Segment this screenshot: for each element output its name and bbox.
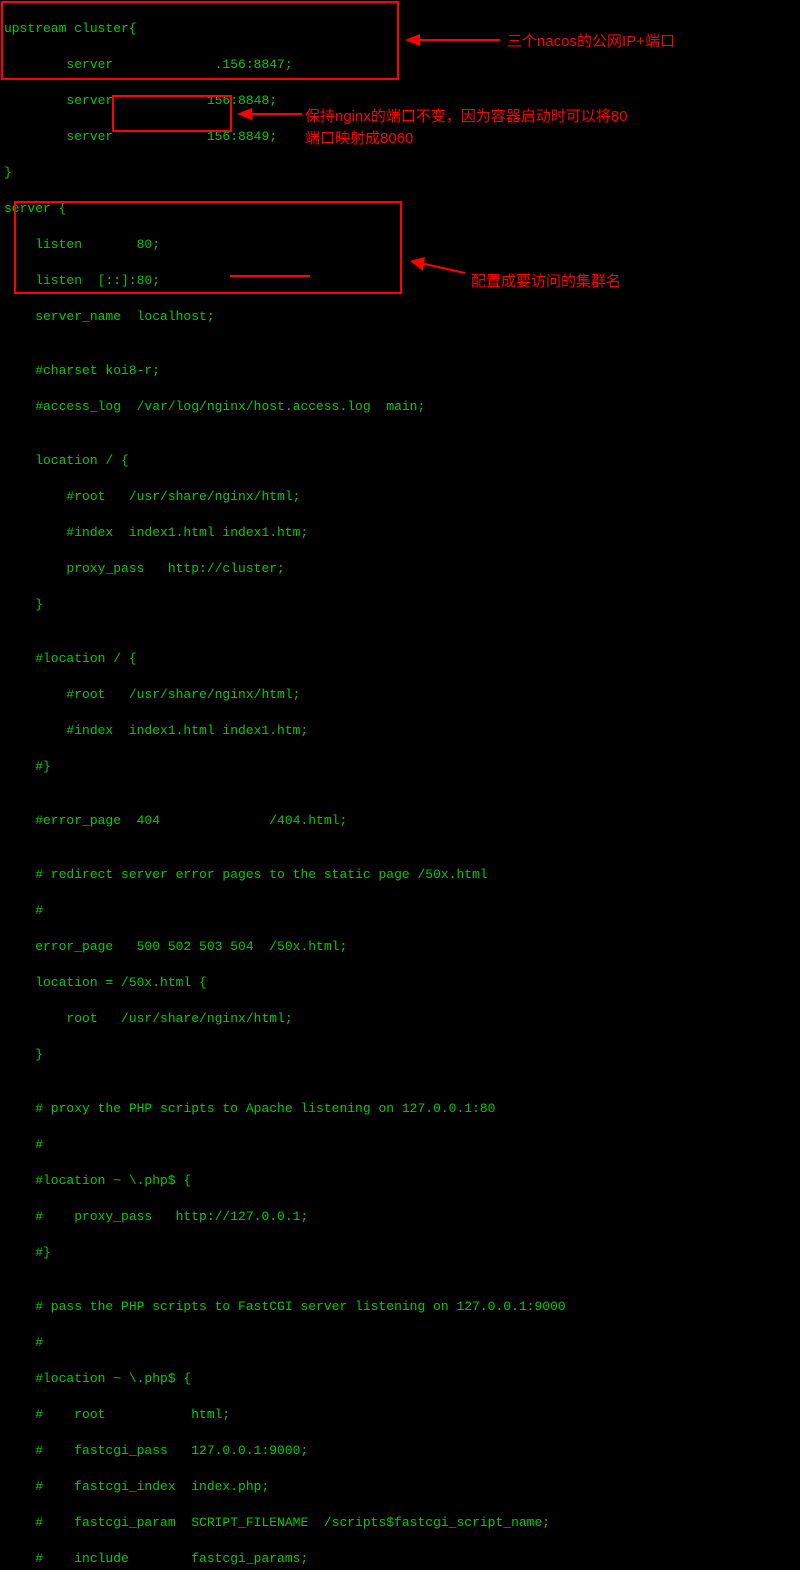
- code-line: #location ~ \.php$ {: [4, 1370, 796, 1388]
- code-line: #root /usr/share/nginx/html;: [4, 686, 796, 704]
- code-line: # redirect server error pages to the sta…: [4, 866, 796, 884]
- code-line: #: [4, 1136, 796, 1154]
- code-line: server .156:8847;: [4, 56, 796, 74]
- code-line: # pass the PHP scripts to FastCGI server…: [4, 1298, 796, 1316]
- code-line: #}: [4, 758, 796, 776]
- code-line: proxy_pass http://cluster;: [4, 560, 796, 578]
- annotation-cluster: 配置成要访问的集群名: [471, 270, 621, 291]
- code-line: #location / {: [4, 650, 796, 668]
- code-line: location / {: [4, 452, 796, 470]
- code-line: # include fastcgi_params;: [4, 1550, 796, 1568]
- annotation-nacos: 三个nacos的公网IP+端口: [507, 30, 675, 51]
- code-line: #: [4, 1334, 796, 1352]
- underline-cluster: [230, 275, 310, 277]
- code-line: #index index1.html index1.htm;: [4, 722, 796, 740]
- code-line: error_page 500 502 503 504 /50x.html;: [4, 938, 796, 956]
- code-line: server_name localhost;: [4, 308, 796, 326]
- code-line: upstream cluster{: [4, 20, 796, 38]
- code-line: #charset koi8-r;: [4, 362, 796, 380]
- code-line: # root html;: [4, 1406, 796, 1424]
- code-line: #: [4, 902, 796, 920]
- code-line: #index index1.html index1.htm;: [4, 524, 796, 542]
- code-line: #}: [4, 1244, 796, 1262]
- code-line: listen 80;: [4, 236, 796, 254]
- code-line: root /usr/share/nginx/html;: [4, 1010, 796, 1028]
- code-line: location = /50x.html {: [4, 974, 796, 992]
- code-line: }: [4, 596, 796, 614]
- code-line: # fastcgi_param SCRIPT_FILENAME /scripts…: [4, 1514, 796, 1532]
- code-line: # fastcgi_index index.php;: [4, 1478, 796, 1496]
- annotation-line: 端口映射成8060: [305, 128, 628, 150]
- code-line: listen [::]:80;: [4, 272, 796, 290]
- code-line: #error_page 404 /404.html;: [4, 812, 796, 830]
- code-line: # fastcgi_pass 127.0.0.1:9000;: [4, 1442, 796, 1460]
- annotation-nginx-port: 保持nginx的端口不变，因为容器启动时可以将80 端口映射成8060: [305, 106, 628, 150]
- code-line: }: [4, 1046, 796, 1064]
- code-line: #location ~ \.php$ {: [4, 1172, 796, 1190]
- code-line: #access_log /var/log/nginx/host.access.l…: [4, 398, 796, 416]
- code-line: # proxy the PHP scripts to Apache listen…: [4, 1100, 796, 1118]
- code-line: # proxy_pass http://127.0.0.1;: [4, 1208, 796, 1226]
- code-line: server {: [4, 200, 796, 218]
- annotation-line: 保持nginx的端口不变，因为容器启动时可以将80: [305, 106, 628, 128]
- terminal-content: upstream cluster{ server .156:8847; serv…: [0, 0, 800, 1570]
- code-line: }: [4, 164, 796, 182]
- code-line: #root /usr/share/nginx/html;: [4, 488, 796, 506]
